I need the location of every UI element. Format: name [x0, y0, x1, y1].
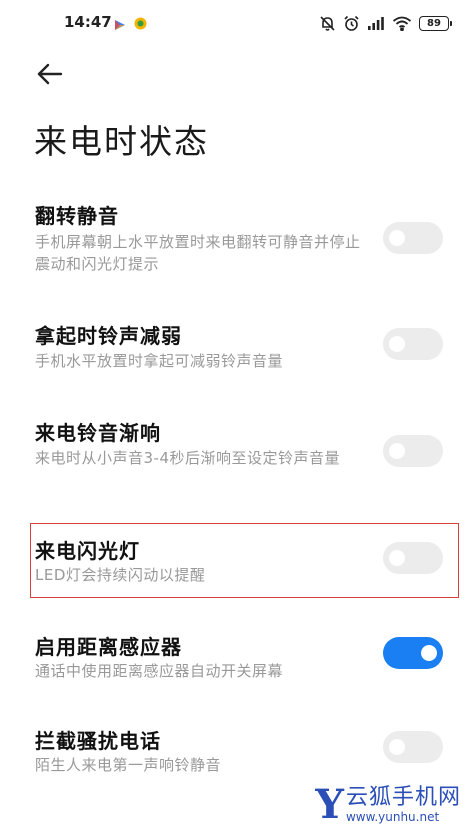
setting-title: 拿起时铃声减弱: [35, 324, 182, 348]
toggle-knob: [421, 645, 437, 661]
setting-description: 来电时从小声音3-4秒后渐响至设定铃声音量: [35, 449, 341, 467]
page-title: 来电时状态: [34, 122, 209, 161]
watermark-logo: Y: [315, 781, 344, 828]
watermark: Y 云狐手机网 www.yunhu.net: [315, 785, 461, 825]
proximity-sensor-toggle[interactable]: [383, 637, 443, 669]
setting-title: 启用距离感应器: [35, 635, 182, 659]
flash-on-call-toggle[interactable]: [383, 542, 443, 574]
toggle-knob: [389, 443, 405, 459]
setting-description: 通话中使用距离感应器自动开关屏幕: [35, 662, 284, 680]
setting-title: 翻转静音: [35, 204, 119, 228]
back-button[interactable]: [30, 56, 66, 92]
silent-icon: [319, 15, 336, 32]
status-time: 14:47: [64, 13, 112, 31]
toggle-knob: [389, 230, 405, 246]
alarm-icon: [343, 15, 360, 32]
setting-flash-on-call[interactable]: 来电闪光灯 LED灯会持续闪动以提醒: [0, 530, 469, 594]
setting-flip-to-mute[interactable]: 翻转静音 手机屏幕朝上水平放置时来电翻转可静音并停止震动和闪光灯提示: [0, 195, 469, 285]
toggle-knob: [389, 739, 405, 755]
app-notification-icon: [134, 15, 147, 30]
pickup-reduce-volume-toggle[interactable]: [383, 328, 443, 360]
setting-title: 来电铃音渐响: [35, 421, 161, 445]
setting-description: 手机屏幕朝上水平放置时来电翻转可静音并停止震动和闪光灯提示: [35, 233, 361, 273]
block-harassment-calls-toggle[interactable]: [383, 731, 443, 763]
setting-description: 手机水平放置时拿起可减弱铃声音量: [35, 352, 284, 370]
setting-pickup-reduce-volume[interactable]: 拿起时铃声减弱 手机水平放置时拿起可减弱铃声音量: [0, 315, 469, 385]
toggle-knob: [389, 550, 405, 566]
status-bar: 14:47 89: [0, 0, 469, 46]
ringtone-fade-in-toggle[interactable]: [383, 435, 443, 467]
setting-description: LED灯会持续闪动以提醒: [35, 566, 206, 584]
watermark-name: 云狐手机网: [345, 785, 461, 810]
status-icons: 89: [319, 12, 452, 34]
play-store-icon: [114, 16, 126, 30]
watermark-url: www.yunhu.net: [345, 810, 440, 824]
setting-ringtone-fade-in[interactable]: 来电铃音渐响 来电时从小声音3-4秒后渐响至设定铃声音量: [0, 412, 469, 502]
flip-to-mute-toggle[interactable]: [383, 222, 443, 254]
setting-proximity-sensor[interactable]: 启用距离感应器 通话中使用距离感应器自动开关屏幕: [0, 626, 469, 690]
setting-block-harassment-calls[interactable]: 拦截骚扰电话 陌生人来电第一声响铃静音: [0, 720, 469, 784]
toggle-knob: [389, 336, 405, 352]
setting-description: 陌生人来电第一声响铃静音: [35, 756, 222, 774]
signal-icon: [367, 16, 385, 30]
setting-title: 拦截骚扰电话: [35, 729, 161, 753]
wifi-icon: [392, 16, 412, 31]
setting-title: 来电闪光灯: [35, 539, 140, 563]
back-arrow-icon: [37, 63, 63, 85]
battery-icon: 89: [419, 15, 452, 31]
